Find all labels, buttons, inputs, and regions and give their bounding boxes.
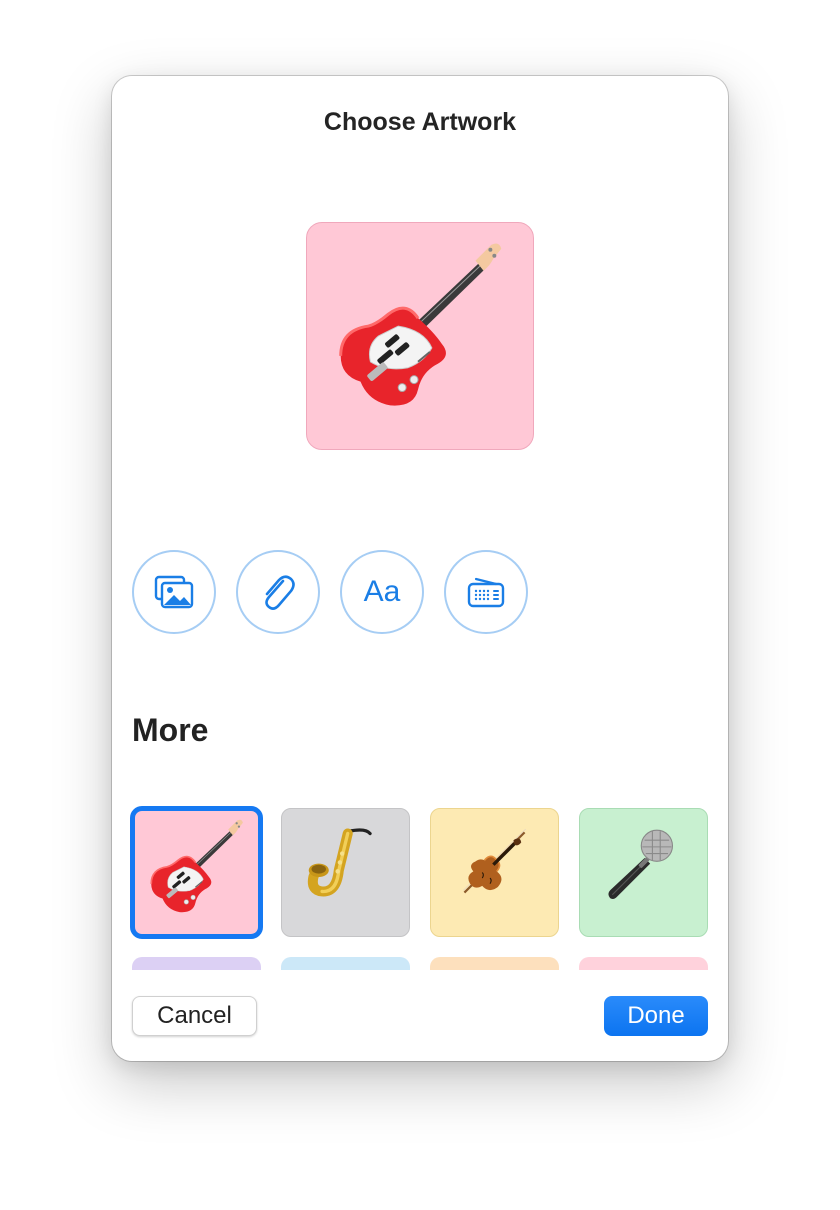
artwork-tile-guitar[interactable] (130, 806, 263, 939)
done-button[interactable]: Done (604, 996, 708, 1036)
artwork-tile[interactable] (579, 957, 708, 970)
photos-button[interactable] (132, 550, 216, 634)
radio-icon (467, 577, 505, 608)
radio-button[interactable] (444, 550, 528, 634)
text-artwork-button[interactable]: Aa (340, 550, 424, 634)
electric-guitar-icon (150, 818, 244, 914)
attachment-button[interactable] (236, 550, 320, 634)
dialog-title: Choose Artwork (323, 108, 517, 136)
photo-stack-icon (154, 575, 194, 609)
artwork-tile[interactable] (281, 957, 410, 970)
electric-guitar-icon (339, 241, 503, 408)
cancel-button[interactable]: Cancel (132, 996, 257, 1036)
microphone-icon (607, 829, 674, 900)
more-heading: More (132, 712, 209, 748)
artwork-tile-microphone[interactable] (579, 808, 708, 937)
text-format-icon: Aa (363, 575, 401, 608)
saxophone-icon (282, 809, 409, 936)
artwork-grid (112, 792, 728, 970)
choose-artwork-dialog: Choose Artwork Aa More Cancel Done (112, 76, 728, 1061)
artwork-tile[interactable] (132, 957, 261, 970)
artwork-tile-violin[interactable] (430, 808, 559, 937)
artwork-preview (306, 222, 534, 450)
artwork-tile-saxophone[interactable] (281, 808, 410, 937)
artwork-tile[interactable] (430, 957, 559, 970)
violin-icon (461, 827, 528, 895)
paperclip-icon (265, 575, 295, 610)
